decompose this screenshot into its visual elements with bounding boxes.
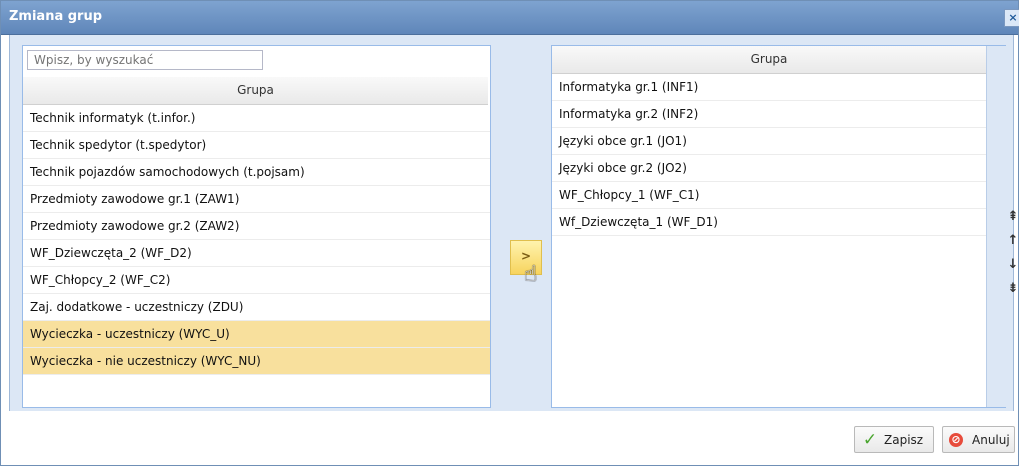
available-group-row[interactable]: Zaj. dodatkowe - uczestniczy (ZDU) [23,294,490,321]
dialog-title-bar: Zmiana grup × [1,1,1019,35]
ordering-buttons: ⇞ ↑ ↓ ⇟ [1004,205,1019,301]
pointer-hand-icon: ☝ [524,262,538,287]
assigned-group-row[interactable]: Języki obce gr.1 (JO1) [552,128,986,155]
available-group-row[interactable]: Wycieczka - uczestniczy (WYC_U) [23,321,490,348]
move-down-icon[interactable]: ↓ [1004,253,1019,277]
save-button[interactable]: ✓ Zapisz [854,426,934,453]
available-group-row[interactable]: Technik informatyk (t.infor.) [23,105,490,132]
available-group-row[interactable]: Przedmioty zawodowe gr.1 (ZAW1) [23,186,490,213]
available-group-row[interactable]: WF_Dziewczęta_2 (WF_D2) [23,240,490,267]
change-groups-dialog: Zmiana grup × Grupa Technik informatyk (… [0,0,1019,466]
cancel-icon: ⊘ [949,433,963,447]
assigned-group-row[interactable]: Informatyka gr.1 (INF1) [552,74,986,101]
available-groups-panel: Grupa Technik informatyk (t.infor.)Techn… [22,45,491,408]
cancel-button-label: Anuluj [972,433,1010,447]
move-bottom-icon[interactable]: ⇟ [1004,277,1019,301]
assigned-group-row[interactable]: WF_Chłopcy_1 (WF_C1) [552,182,986,209]
assigned-group-row[interactable]: Języki obce gr.2 (JO2) [552,155,986,182]
available-group-row[interactable]: WF_Chłopcy_2 (WF_C2) [23,267,490,294]
available-groups-list: Technik informatyk (t.infor.) Technik spe… [23,105,490,375]
search-input[interactable] [27,50,263,70]
assigned-groups-header[interactable]: Grupa [552,46,986,74]
dialog-title: Zmiana grup [9,9,103,24]
assigned-group-row[interactable]: Informatyka gr.2 (INF2) [552,101,986,128]
checkmark-icon: ✓ [862,430,878,450]
available-group-row[interactable]: Technik pojazdów samochodowych (t.pojsam… [23,159,490,186]
move-up-icon[interactable]: ↑ [1004,229,1019,253]
assigned-group-row[interactable]: Wf_Dziewczęta_1 (WF_D1) [552,209,986,236]
available-groups-header[interactable]: Grupa [23,77,488,105]
move-top-icon[interactable]: ⇞ [1004,205,1019,229]
assigned-groups-panel: Grupa Informatyka gr.1 (INF1) Informatyka… [551,45,1006,408]
available-group-row[interactable]: Przedmioty zawodowe gr.2 (ZAW2) [23,213,490,240]
available-group-row[interactable]: Wycieczka - nie uczestniczy (WYC_NU) [23,348,490,375]
order-toolbar [986,46,1006,407]
assigned-groups-list: Informatyka gr.1 (INF1) Informatyka gr.2 … [552,74,986,236]
cancel-button[interactable]: ⊘ Anuluj [942,426,1015,453]
close-icon[interactable]: × [1004,9,1019,27]
available-group-row[interactable]: Technik spedytor (t.spedytor) [23,132,490,159]
dialog-body: Grupa Technik informatyk (t.infor.)Techn… [9,35,1018,411]
save-button-label: Zapisz [884,433,924,447]
